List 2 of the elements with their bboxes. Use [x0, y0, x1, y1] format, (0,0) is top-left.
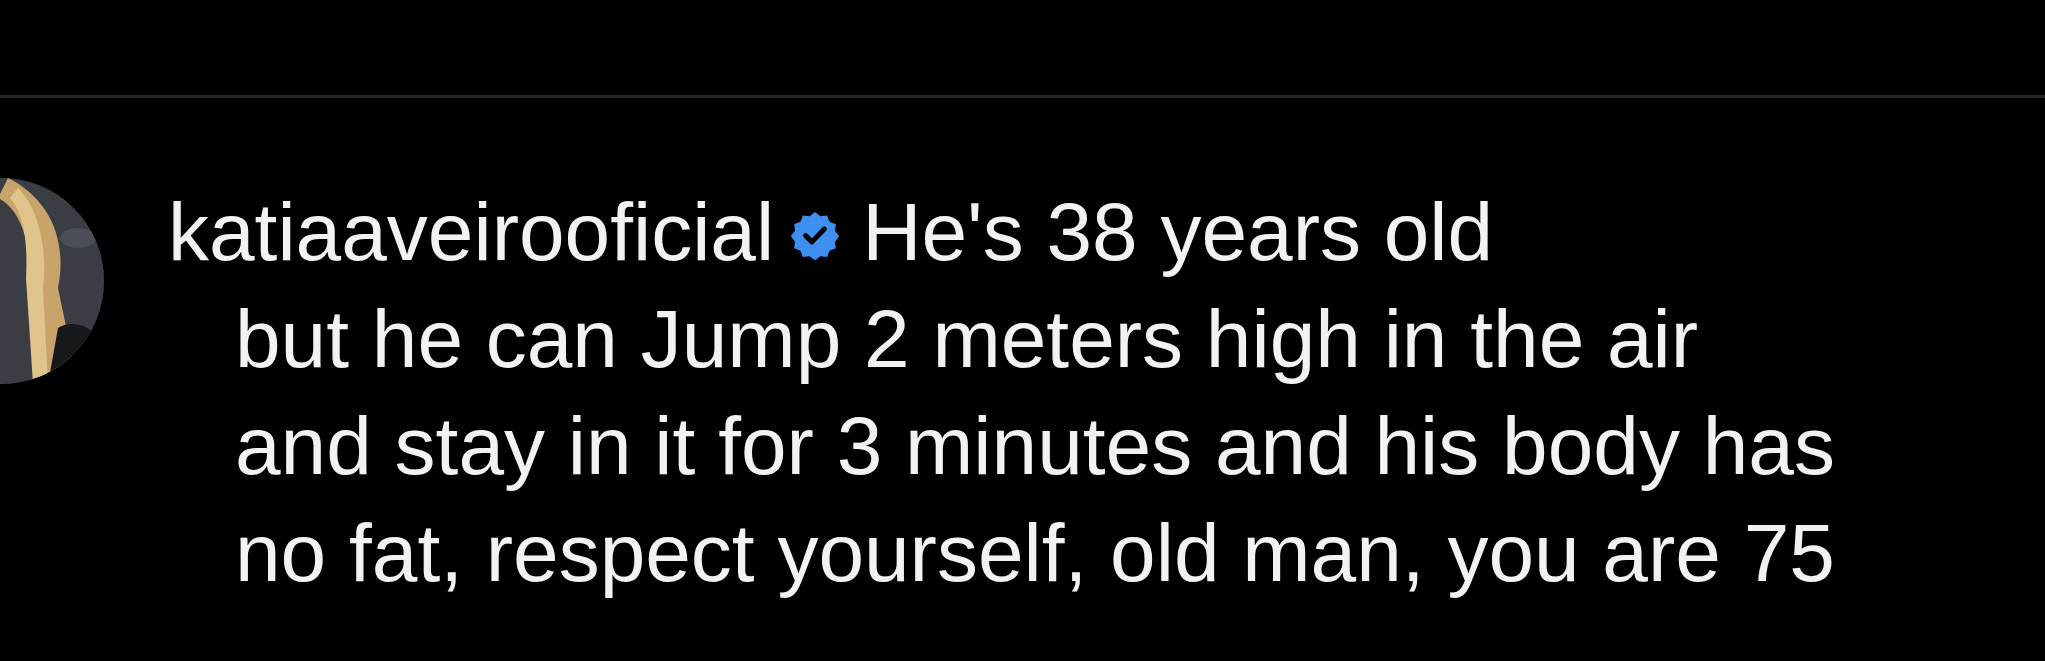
comment-text: katiaaveirooficial He's 38 years old but he can Jump 2 meters high in the air and stay in it for 3 minutes and his body has no fat, respect yourself, old man, you are 75 — [168, 185, 1835, 600]
username-link[interactable]: katiaaveirooficial — [168, 186, 775, 277]
